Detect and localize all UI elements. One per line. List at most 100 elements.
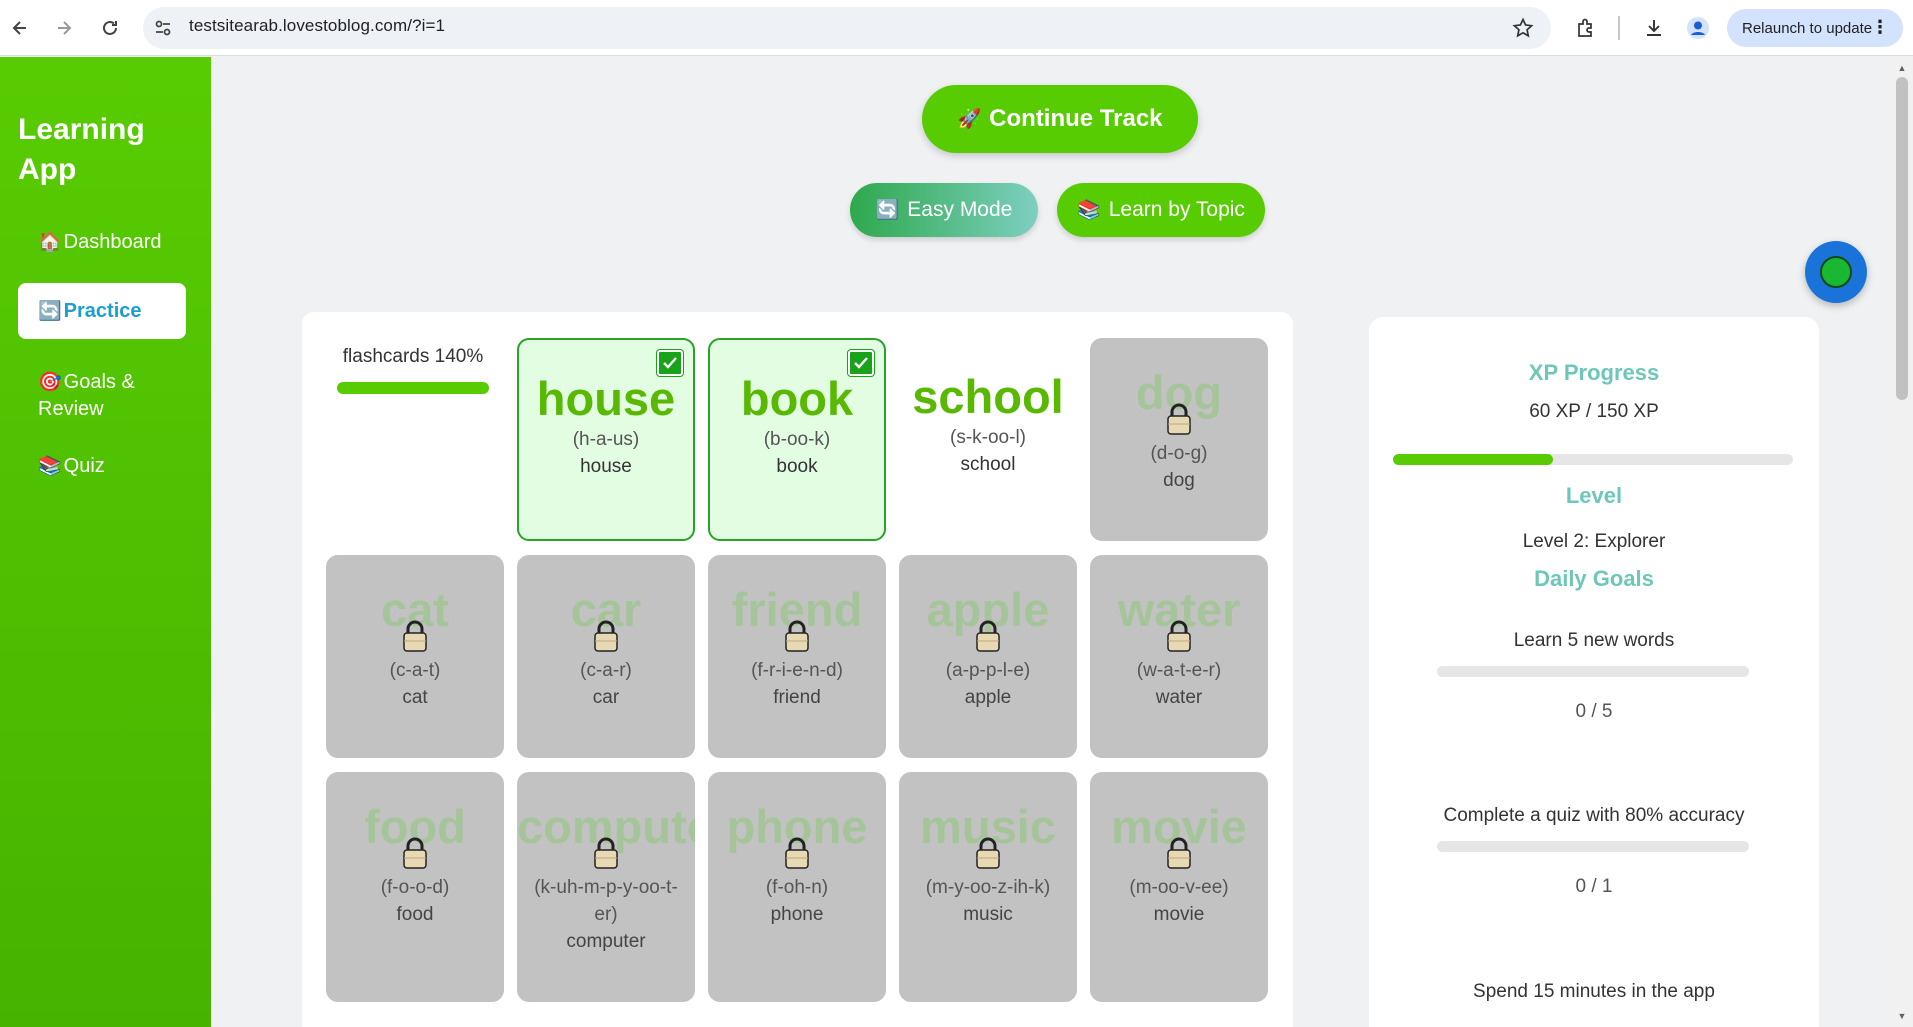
flashcard-translation: dog xyxy=(1163,470,1195,491)
flashcard-phonetic: (f-oh-n) xyxy=(765,877,829,898)
easy-mode-label: Easy Mode xyxy=(907,198,1013,221)
goal-progress-bar xyxy=(1437,666,1749,677)
flashcard-apple[interactable]: apple (a-p-p-l-e) apple xyxy=(899,555,1077,758)
lock-icon xyxy=(1164,836,1194,870)
flashcard-music[interactable]: music (m-y-oo-z-ih-k) music xyxy=(899,772,1077,1002)
more-menu-icon[interactable]: ⋮ xyxy=(1871,17,1889,37)
flashcard-translation: food xyxy=(396,904,434,925)
sidebar-item-practice[interactable]: 🔄 Practice xyxy=(18,283,186,339)
sidebar-item-label: Dashboard xyxy=(63,231,162,253)
flashcard-progress-label: flashcards 140% xyxy=(342,346,484,367)
flashcard-progress: flashcards 140% xyxy=(337,346,489,394)
flashcard-dog[interactable]: dog (d-o-g) dog xyxy=(1090,338,1268,541)
scroll-thumb[interactable] xyxy=(1896,77,1908,400)
sidebar-item-dashboard[interactable]: 🏠 Dashboard xyxy=(18,229,186,256)
checkmark-icon xyxy=(656,349,684,377)
status-dot-icon xyxy=(1820,256,1852,288)
main-content: 🚀 Continue Track 🔄 Easy Mode 📚 Learn by … xyxy=(211,57,1891,1027)
flashcard-book[interactable]: book (b-oo-k) book xyxy=(708,338,886,541)
house-icon: 🏠 xyxy=(38,232,62,253)
goal-label: Spend 15 minutes in the app xyxy=(1473,981,1715,1002)
flashcard-word: school xyxy=(912,370,1064,423)
sidebar-item-label: Practice xyxy=(63,299,142,322)
flashcard-translation: cat xyxy=(402,687,428,708)
flashcard-translation: music xyxy=(963,904,1013,925)
flashcard-food[interactable]: food (f-o-o-d) food xyxy=(326,772,504,1002)
flashcard-phonetic: (f-o-o-d) xyxy=(380,877,450,898)
flashcard-car[interactable]: car (c-a-r) car xyxy=(517,555,695,758)
flashcard-translation: friend xyxy=(773,687,821,708)
scroll-down-icon[interactable]: ▼ xyxy=(1896,1011,1908,1021)
flashcard-phonetic: (f-r-i-e-n-d) xyxy=(751,660,843,681)
checkmark-icon xyxy=(847,349,875,377)
flashcard-panel: flashcards 140% house (h-a-us) house book (b… xyxy=(302,312,1293,1027)
flashcard-movie[interactable]: movie (m-oo-v-ee) movie xyxy=(1090,772,1268,1002)
scroll-up-icon[interactable]: ▲ xyxy=(1896,63,1908,73)
flashcard-progress-bar xyxy=(337,382,489,394)
lock-icon xyxy=(400,836,430,870)
continue-track-label: Continue Track xyxy=(989,105,1163,132)
lock-icon xyxy=(782,619,812,653)
flashcard-translation: car xyxy=(592,687,620,708)
page-scrollbar[interactable]: ▲ ▼ xyxy=(1891,57,1913,1027)
reload-icon[interactable] xyxy=(94,12,126,44)
flashcard-computer[interactable]: computer(k-uh-m-p-y-oo-t-er)computer xyxy=(517,772,695,1002)
rocket-icon: 🚀 xyxy=(957,109,982,130)
flashcard-phonetic: (a-p-p-l-e) xyxy=(945,660,1031,681)
xp-progress-bar xyxy=(1393,454,1793,465)
floating-action-button[interactable] xyxy=(1805,241,1867,303)
lock-icon xyxy=(591,836,621,870)
back-icon[interactable] xyxy=(4,12,36,44)
lock-icon xyxy=(973,836,1003,870)
level-heading: Level xyxy=(1565,483,1623,508)
sidebar-item-label: Quiz xyxy=(63,455,105,477)
continue-track-button[interactable]: 🚀 Continue Track xyxy=(922,85,1198,153)
learn-by-topic-button[interactable]: 📚 Learn by Topic xyxy=(1057,183,1265,237)
xp-progress-fill xyxy=(1393,454,1553,465)
goal-count: 0 / 5 xyxy=(1575,701,1613,722)
goal-label: Learn 5 new words xyxy=(1513,630,1675,651)
easy-mode-button[interactable]: 🔄 Easy Mode xyxy=(850,183,1038,237)
relaunch-button[interactable]: Relaunch to update ⋮ xyxy=(1727,9,1903,47)
bookmark-star-icon[interactable] xyxy=(1509,14,1537,42)
extensions-icon[interactable] xyxy=(1572,14,1600,42)
flashcard-word: house xyxy=(536,372,676,425)
flashcard-phone[interactable]: phone (f-oh-n) phone xyxy=(708,772,886,1002)
flashcard-phonetic: (c-a-r) xyxy=(580,660,632,681)
goal-count: 0 / 1 xyxy=(1575,876,1613,897)
repeat-icon: 🔄 xyxy=(38,300,62,322)
sidebar-item-goals-review[interactable]: 🎯 Goals & Review xyxy=(18,369,168,423)
flashcard-phonetic: (m-oo-v-ee) xyxy=(1129,877,1229,898)
flashcard-school[interactable]: school (s-k-oo-l) school xyxy=(899,338,1077,541)
sidebar-item-quiz[interactable]: 📚 Quiz xyxy=(18,453,186,480)
lock-icon xyxy=(400,619,430,653)
flashcard-translation: computer xyxy=(566,931,646,952)
flashcard-word: book xyxy=(740,372,854,425)
xp-heading: XP Progress xyxy=(1528,360,1660,385)
flashcard-phonetic: (b-oo-k) xyxy=(763,429,831,450)
learn-by-topic-label: Learn by Topic xyxy=(1108,198,1245,221)
profile-avatar-icon[interactable] xyxy=(1684,14,1712,42)
flashcard-translation: movie xyxy=(1153,904,1205,925)
url-text[interactable]: testsitearab.lovestoblog.com/?i=1 xyxy=(189,16,445,36)
sidebar: Learning App 🏠 Dashboard 🔄 Practice 🎯 Goals… xyxy=(0,57,211,1027)
repeat-icon: 🔄 xyxy=(875,200,900,221)
relaunch-label: Relaunch to update xyxy=(1742,19,1873,37)
flashcard-phonetic: (k-uh-m-p-y-oo-t-er) xyxy=(534,877,678,925)
forward-icon[interactable] xyxy=(48,12,80,44)
daily-goals-heading: Daily Goals xyxy=(1534,566,1654,591)
lock-icon xyxy=(782,836,812,870)
site-info-icon[interactable] xyxy=(152,17,174,39)
flashcard-phonetic: (w-a-t-e-r) xyxy=(1136,660,1222,681)
app-title: Learning App xyxy=(18,113,145,186)
stats-panel: XP Progress 60 XP / 150 XP Level Level 2… xyxy=(1369,317,1819,1027)
flashcard-phonetic: (d-o-g) xyxy=(1150,443,1208,464)
flashcard-friend[interactable]: friend (f-r-i-e-n-d) friend xyxy=(708,555,886,758)
download-icon[interactable] xyxy=(1640,14,1668,42)
xp-text: 60 XP / 150 XP xyxy=(1529,401,1659,422)
flashcard-cat[interactable]: cat (c-a-t) cat xyxy=(326,555,504,758)
flashcard-water[interactable]: water (w-a-t-e-r) water xyxy=(1090,555,1268,758)
browser-toolbar: testsitearab.lovestoblog.com/?i=1 Relaun… xyxy=(0,0,1913,56)
flashcard-house[interactable]: house (h-a-us) house xyxy=(517,338,695,541)
books-icon: 📚 xyxy=(38,456,62,477)
